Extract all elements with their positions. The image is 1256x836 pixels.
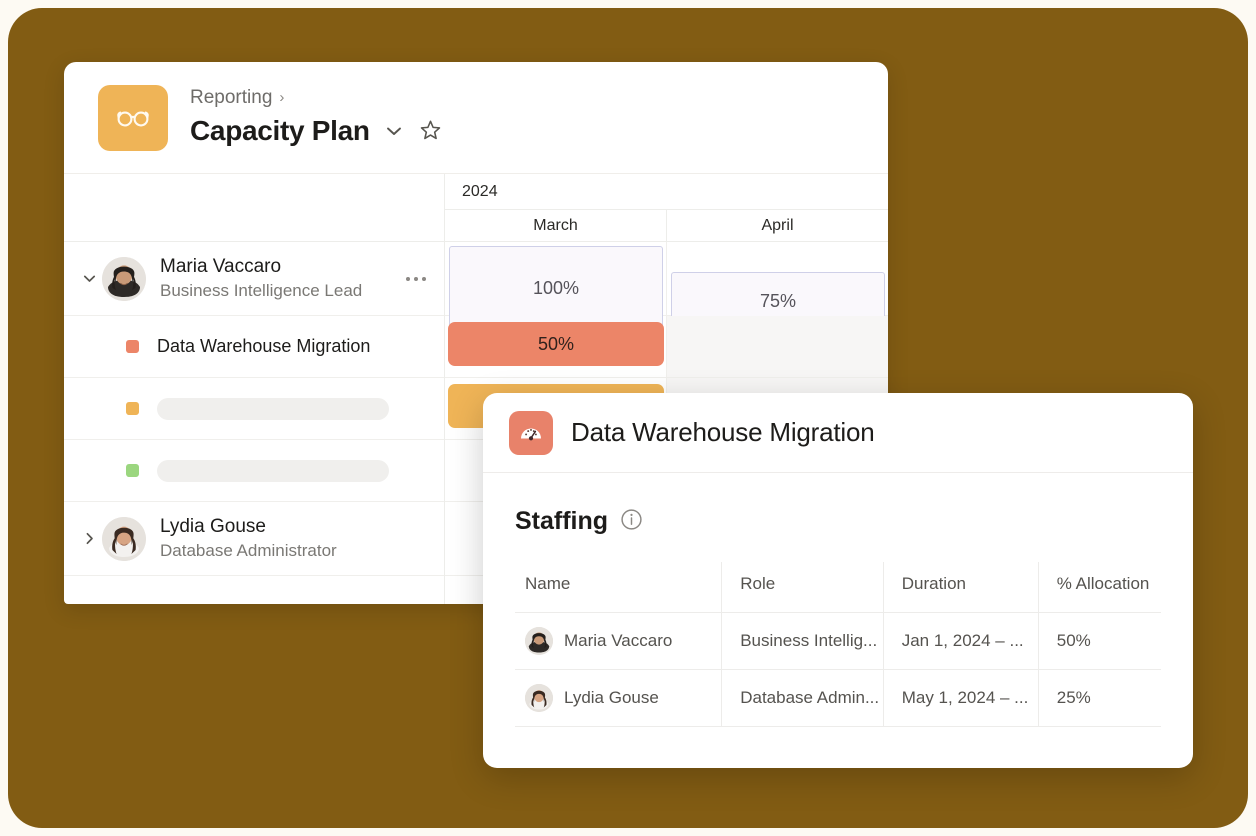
star-icon[interactable] <box>418 118 443 143</box>
breadcrumb-label[interactable]: Reporting <box>190 87 272 109</box>
cell-name: Maria Vaccaro <box>515 612 723 670</box>
detail-panel-title: Data Warehouse Migration <box>571 417 875 447</box>
avatar <box>102 256 146 301</box>
task-name: Data Warehouse Migration <box>157 336 371 356</box>
chevron-down-icon[interactable] <box>383 120 405 142</box>
person-role: Database Administrator <box>160 541 337 560</box>
person-cell: Maria Vaccaro <box>525 627 721 655</box>
person-name: Maria Vaccaro <box>160 256 282 277</box>
avatar <box>102 516 146 561</box>
timeline-year: 2024 <box>445 174 888 210</box>
allocation-bar[interactable]: 50% <box>448 322 664 366</box>
detail-panel-body: Staffing Name Role Duration % Allocation… <box>483 473 1193 727</box>
cell-duration: May 1, 2024 – ... <box>883 669 1039 727</box>
section-title: Staffing <box>515 507 609 535</box>
person-row-maria[interactable]: Maria Vaccaro Business Intelligence Lead <box>64 242 444 316</box>
task-row-placeholder-green[interactable] <box>64 440 444 502</box>
task-color-dot <box>126 340 139 353</box>
person-row-lydia[interactable]: Lydia Gouse Database Administrator <box>64 502 444 576</box>
chevron-right-icon: › <box>279 89 285 107</box>
task-color-dot <box>126 402 139 415</box>
detail-panel-header: Data Warehouse Migration <box>483 393 1193 473</box>
grid-corner-cell <box>64 174 444 242</box>
cell-name-text: Lydia Gouse <box>564 688 659 707</box>
chevron-right-icon[interactable] <box>76 530 102 547</box>
column-header-role[interactable]: Role <box>721 562 884 613</box>
month-header-april[interactable]: April <box>667 210 888 241</box>
timeline-row-maria: 100% 75% <box>445 242 888 330</box>
info-icon[interactable] <box>620 508 643 536</box>
timeline-cell-march[interactable]: 50% <box>445 316 667 377</box>
glasses-icon <box>98 84 168 151</box>
chevron-down-icon[interactable] <box>76 270 102 287</box>
task-row-data-warehouse-migration[interactable]: Data Warehouse Migration <box>64 316 444 378</box>
capacity-cell-april[interactable]: 75% <box>667 242 888 330</box>
table-row[interactable]: Lydia Gouse Database Admin... May 1, 202… <box>515 669 1161 727</box>
column-header-duration[interactable]: Duration <box>883 562 1039 613</box>
task-color-dot <box>126 464 139 477</box>
skeleton-placeholder <box>157 397 389 420</box>
table-header-row: Name Role Duration % Allocation <box>515 562 1161 613</box>
column-header-name[interactable]: Name <box>515 562 723 613</box>
cell-name: Lydia Gouse <box>515 669 723 727</box>
avatar <box>525 627 553 655</box>
title-row: Capacity Plan <box>190 115 443 147</box>
timeline-row-data-warehouse-migration: 50% <box>445 316 888 378</box>
timeline-cell-april[interactable] <box>667 316 888 377</box>
task-row-placeholder-amber[interactable] <box>64 378 444 440</box>
staffing-section-header: Staffing <box>515 507 1161 536</box>
row-label-column: Maria Vaccaro Business Intelligence Lead… <box>64 174 445 604</box>
page-title: Capacity Plan <box>190 114 370 146</box>
header-text-block: Reporting › Capacity Plan <box>190 87 443 147</box>
cell-role: Database Admin... <box>721 669 884 727</box>
timeline-months: March April <box>445 210 888 242</box>
cell-role: Business Intellig... <box>721 612 884 670</box>
project-detail-panel: Data Warehouse Migration Staffing Name R… <box>483 393 1193 768</box>
window-header: Reporting › Capacity Plan <box>64 62 888 174</box>
table-row[interactable]: Maria Vaccaro Business Intellig... Jan 1… <box>515 612 1161 670</box>
avatar <box>525 684 553 712</box>
capacity-cell-march[interactable]: 100% <box>445 242 667 330</box>
person-cell: Lydia Gouse <box>525 684 721 712</box>
cell-allocation: 25% <box>1038 669 1161 727</box>
person-role: Business Intelligence Lead <box>160 281 363 300</box>
skeleton-placeholder <box>157 459 389 482</box>
staffing-table: Name Role Duration % Allocation Maria Va… <box>515 562 1161 727</box>
month-header-march[interactable]: March <box>445 210 667 241</box>
breadcrumb[interactable]: Reporting › <box>190 87 443 109</box>
person-meta: Maria Vaccaro Business Intelligence Lead <box>160 256 362 301</box>
cell-name-text: Maria Vaccaro <box>564 631 673 650</box>
person-meta: Lydia Gouse Database Administrator <box>160 516 337 561</box>
person-name: Lydia Gouse <box>160 516 266 537</box>
screenshot-root: Reporting › Capacity Plan Maria Vaccaro … <box>0 0 1256 836</box>
more-horizontal-icon[interactable] <box>406 276 426 281</box>
cell-duration: Jan 1, 2024 – ... <box>883 612 1039 670</box>
cell-allocation: 50% <box>1038 612 1161 670</box>
column-header-allocation[interactable]: % Allocation <box>1038 562 1161 613</box>
gauge-icon <box>509 410 553 455</box>
